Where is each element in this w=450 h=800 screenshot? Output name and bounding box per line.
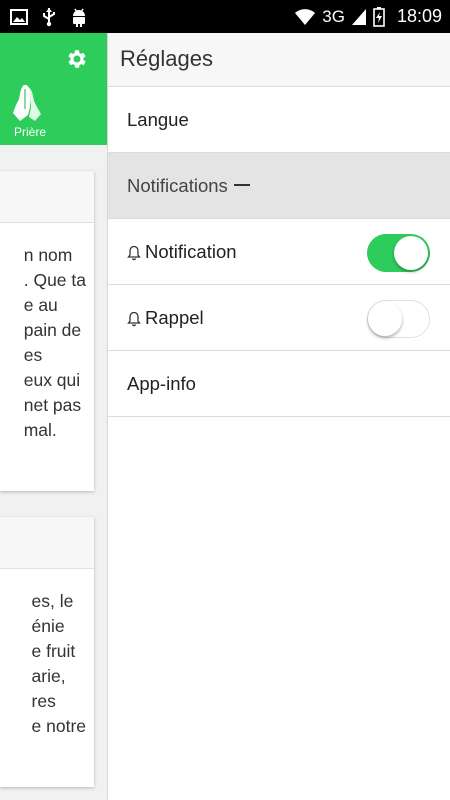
card-header (0, 171, 94, 223)
app-header: Prière (0, 33, 108, 145)
prayer-card-1: n nom . Que ta e au pain de es eux qui net pas… (0, 171, 94, 491)
toggle-knob (368, 301, 402, 336)
card-text-line: net pas (23, 395, 82, 415)
bell-icon (127, 311, 141, 326)
setting-label: App-info (127, 372, 196, 394)
section-label: Notifications (127, 174, 228, 196)
battery-icon (373, 6, 385, 27)
toggle-knob (394, 236, 428, 270)
status-left-icons (10, 7, 88, 27)
card-text-line: e notre (31, 716, 86, 736)
screen: 3G 18:09 Prière n nom . Que ta e au pain… (0, 0, 450, 800)
card-text-line: arie, (31, 666, 66, 686)
notification-toggle[interactable] (367, 234, 430, 272)
rappel-toggle[interactable] (367, 300, 430, 338)
background-app: Prière n nom . Que ta e au pain de es eux qui… (0, 33, 108, 800)
setting-rappel[interactable]: Rappel (108, 285, 450, 351)
card-text: n nom . Que ta e au pain de es eux qui net pas… (24, 243, 86, 443)
wifi-icon (295, 8, 316, 25)
card-text-line: e fruit (31, 641, 76, 661)
card-text-line: es, le (31, 591, 74, 611)
card-text-line: eux qui (23, 370, 81, 390)
card-text-line: es (23, 345, 43, 365)
setting-label: Rappel (145, 306, 204, 328)
setting-app-info[interactable]: App-info (108, 351, 450, 417)
setting-label: Notification (145, 240, 237, 262)
setting-langue[interactable]: Langue (108, 87, 450, 153)
network-type: 3G (322, 6, 345, 26)
section-notifications[interactable]: Notifications (108, 153, 450, 219)
card-text-line: énie (31, 616, 65, 636)
prayer-card-2: es, le énie e fruit arie, res e notre (0, 517, 94, 787)
gear-icon[interactable] (65, 47, 89, 71)
card-text-line: n nom (23, 245, 73, 265)
card-text-line: res (31, 691, 56, 711)
bell-icon (127, 245, 141, 260)
card-text-line: e au (23, 295, 58, 315)
card-text-line: . Que ta (23, 270, 86, 290)
setting-label: Langue (127, 108, 189, 130)
drawer-title: Réglages (108, 33, 450, 87)
clock: 18:09 (396, 6, 442, 26)
card-text-line: pain de (23, 320, 82, 340)
settings-drawer: Réglages Langue Notifications Notificati… (107, 33, 450, 800)
card-header (0, 517, 94, 569)
tab-priere-label[interactable]: Prière (14, 125, 46, 139)
status-bar: 3G 18:09 (0, 0, 450, 33)
collapse-dash-icon (233, 183, 250, 186)
praying-hands-icon[interactable] (10, 83, 44, 123)
card-text-line: mal. (23, 420, 57, 440)
status-right-icons: 3G 18:09 (294, 6, 442, 27)
signal-icon (351, 8, 366, 25)
image-icon (10, 8, 28, 25)
android-icon (73, 8, 85, 27)
usb-icon (43, 7, 55, 26)
setting-notification[interactable]: Notification (108, 219, 450, 285)
card-text: es, le énie e fruit arie, res e notre (32, 589, 86, 739)
